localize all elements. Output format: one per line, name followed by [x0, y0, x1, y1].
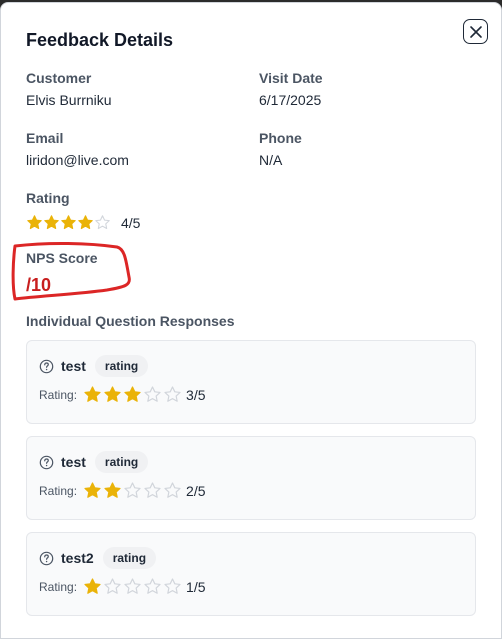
email-value: liridon@live.com — [26, 152, 129, 168]
question-type-badge: rating — [94, 355, 149, 377]
visit-date-value: 6/17/2025 — [259, 92, 322, 108]
star-filled-icon — [84, 482, 101, 498]
visit-date-label: Visit Date — [259, 70, 323, 86]
star-filled-icon — [104, 386, 121, 402]
phone-value: N/A — [259, 152, 283, 168]
question-response-card: test rating Rating: 2/5 — [26, 436, 476, 520]
overall-rating-text: 4/5 — [121, 215, 141, 231]
rating-prefix: Rating: — [39, 483, 78, 498]
question-title: test — [61, 454, 86, 470]
star-filled-icon — [44, 215, 59, 230]
star-filled-icon — [104, 482, 121, 498]
star-empty-icon — [124, 578, 141, 594]
rating-prefix: Rating: — [39, 387, 78, 402]
star-empty-icon — [144, 482, 161, 498]
phone-label: Phone — [259, 130, 302, 146]
question-icon — [39, 455, 54, 469]
question-response-card: test2 rating Rating: 1/5 — [26, 532, 476, 616]
question-rating-stars — [83, 481, 182, 500]
email-label: Email — [26, 130, 64, 146]
nps-score-label: NPS Score — [26, 250, 98, 266]
close-button[interactable] — [463, 19, 488, 44]
star-empty-icon — [144, 578, 161, 594]
star-empty-icon — [104, 578, 121, 594]
rating-prefix: Rating: — [39, 579, 78, 594]
question-icon — [39, 551, 54, 565]
question-rating-stars — [83, 577, 182, 596]
question-type-badge: rating — [94, 451, 149, 473]
rating-label: Rating — [26, 190, 70, 206]
star-empty-icon — [164, 386, 181, 402]
overall-rating-stars — [26, 214, 111, 232]
question-icon — [39, 359, 54, 373]
customer-value: Elvis Burrniku — [26, 92, 112, 108]
star-filled-icon — [78, 215, 93, 230]
star-empty-icon — [95, 215, 110, 230]
question-type-badge: rating — [102, 547, 157, 569]
star-filled-icon — [124, 386, 141, 402]
star-filled-icon — [84, 578, 101, 594]
question-rating-text: 3/5 — [186, 386, 206, 403]
question-responses-heading: Individual Question Responses — [26, 313, 235, 329]
star-filled-icon — [84, 386, 101, 402]
star-filled-icon — [27, 215, 42, 230]
question-rating-text: 1/5 — [186, 578, 206, 595]
customer-label: Customer — [26, 70, 92, 86]
star-empty-icon — [164, 578, 181, 594]
star-empty-icon — [124, 482, 141, 498]
modal-title: Feedback Details — [26, 30, 174, 50]
question-title: test2 — [61, 550, 94, 566]
star-empty-icon — [144, 386, 161, 402]
question-rating-stars — [83, 385, 182, 404]
overall-rating: 4/5 — [26, 214, 140, 232]
question-response-card: test rating Rating: 3/5 — [26, 340, 476, 424]
nps-score-value: /10 — [26, 275, 52, 295]
close-icon — [469, 25, 482, 38]
star-empty-icon — [164, 482, 181, 498]
question-rating-text: 2/5 — [186, 482, 206, 499]
question-title: test — [61, 358, 86, 374]
star-filled-icon — [61, 215, 76, 230]
feedback-details-modal: Feedback Details Customer Elvis Burrniku… — [0, 2, 502, 639]
